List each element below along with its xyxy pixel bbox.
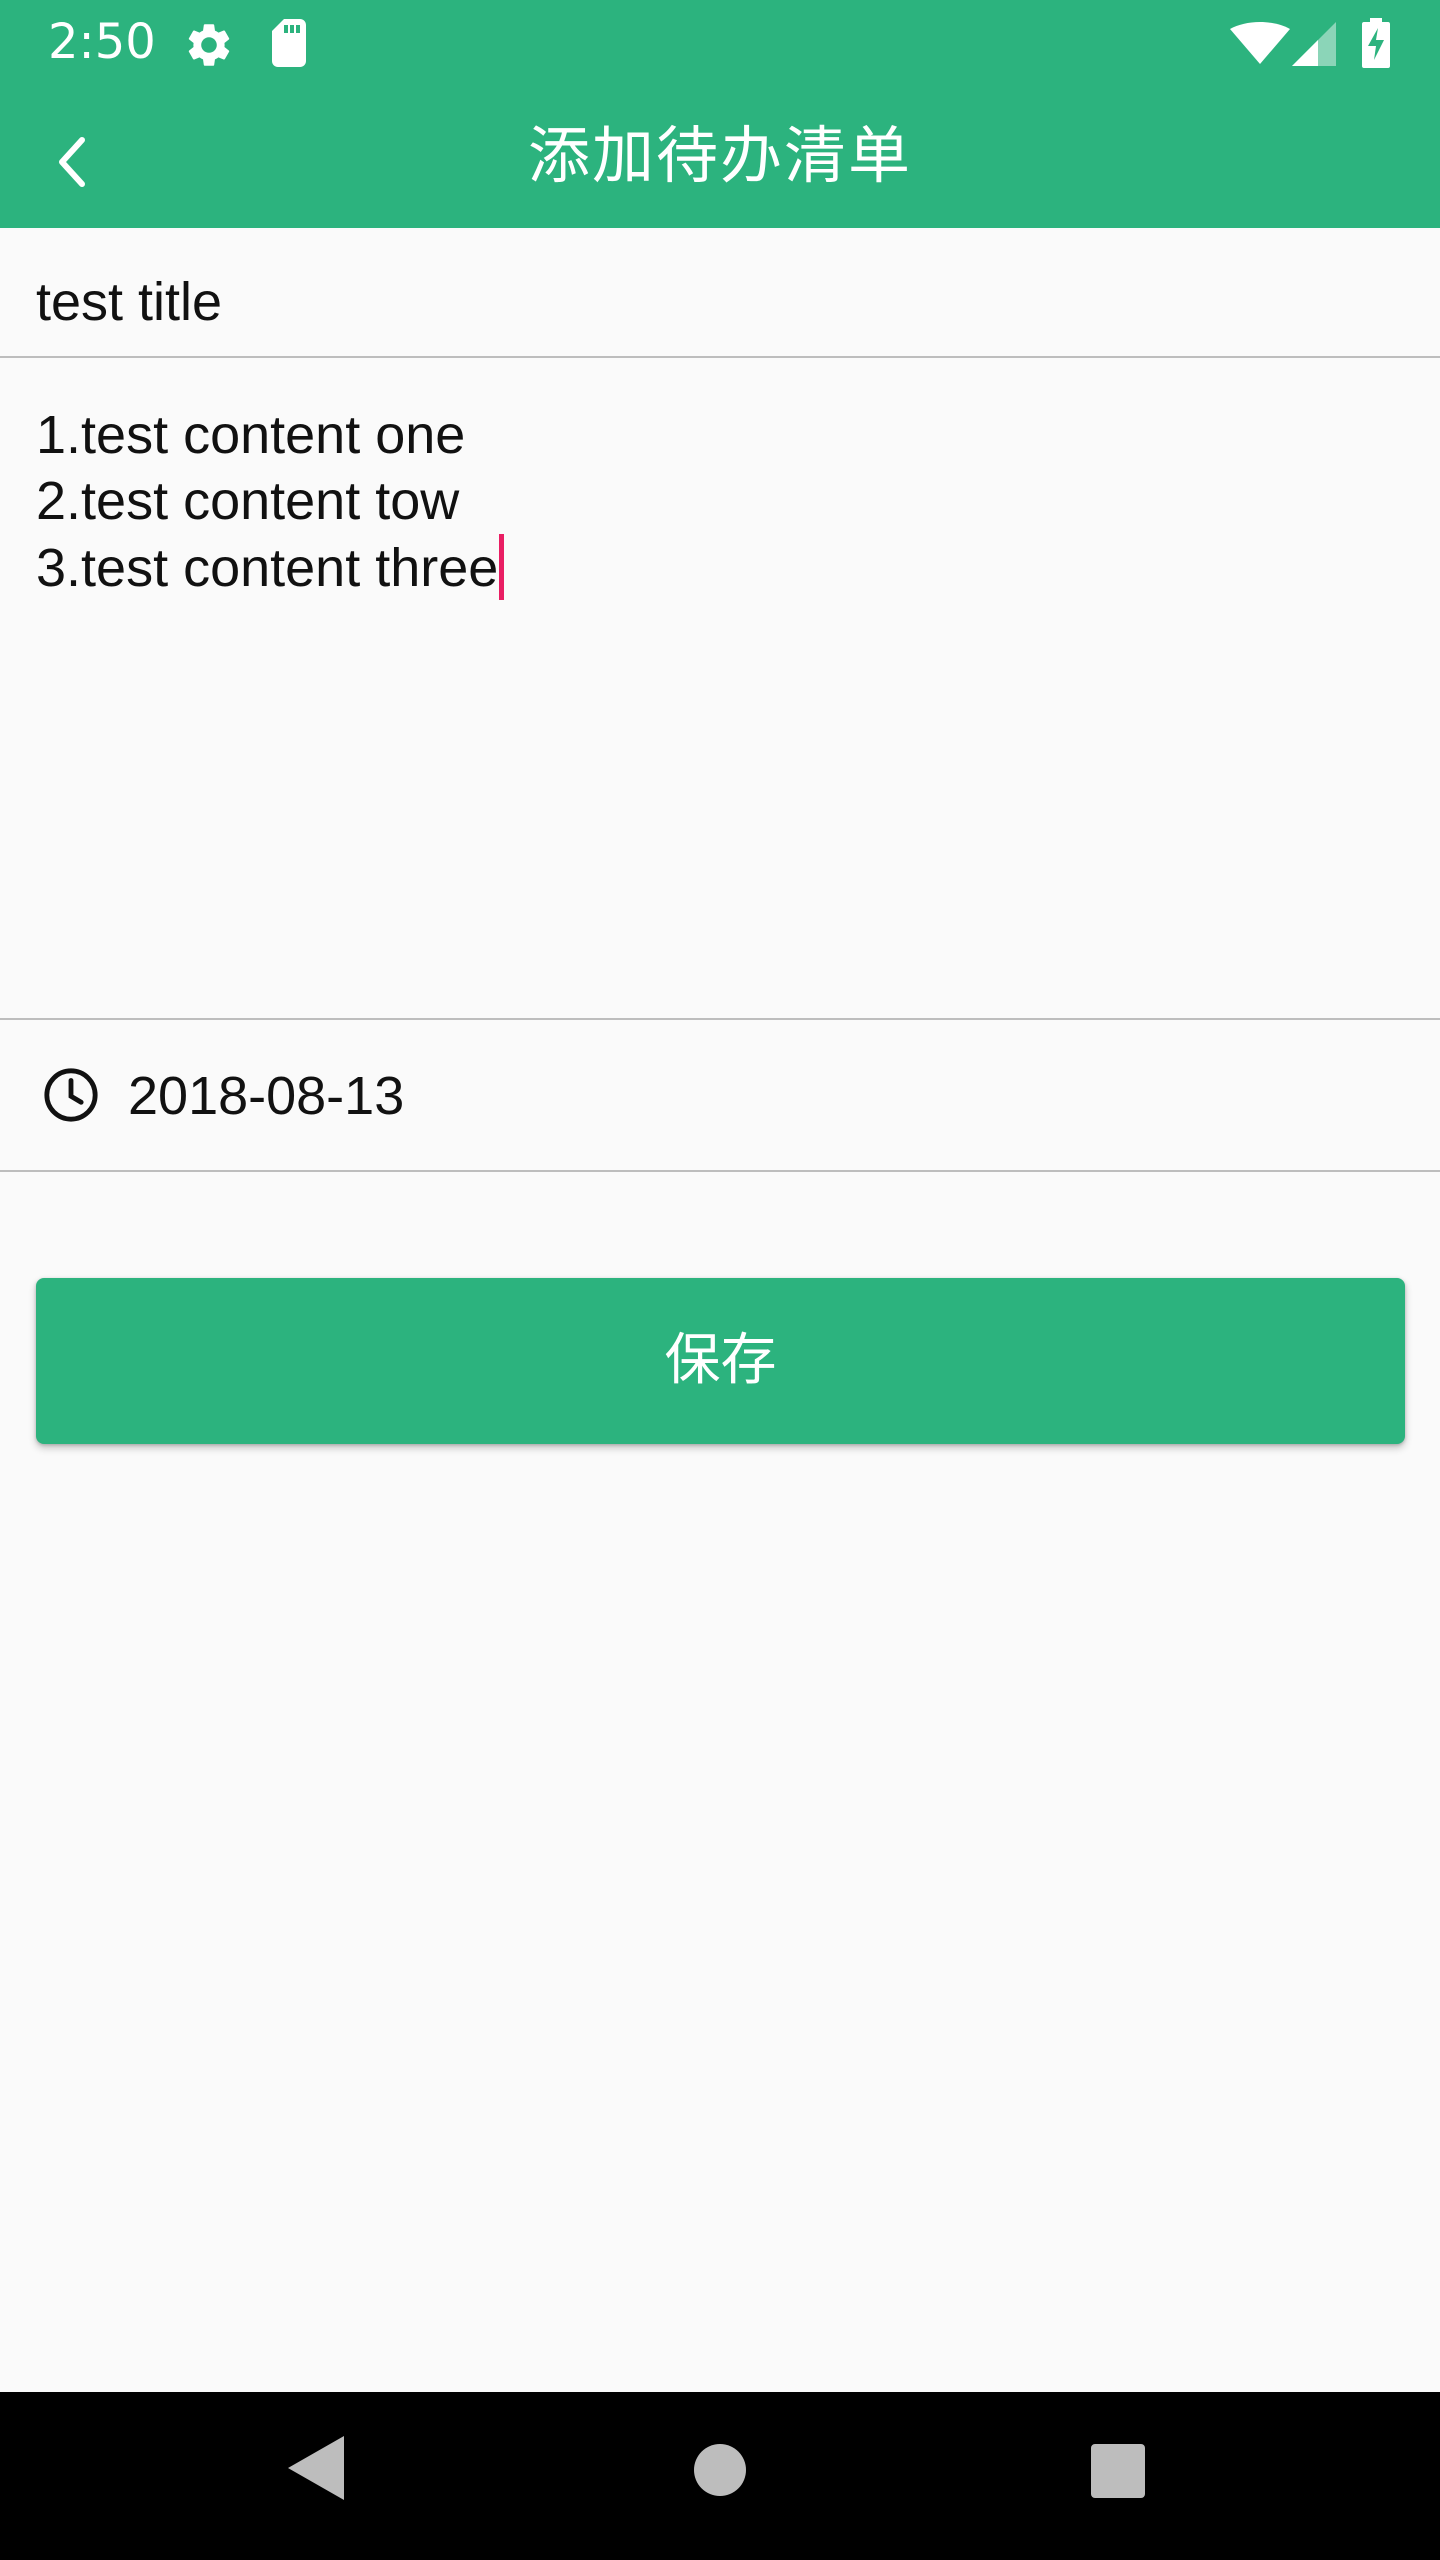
navigation-bar xyxy=(0,2392,1440,2560)
content-line: 1.test content one xyxy=(36,405,466,465)
title-input[interactable]: test title xyxy=(0,228,1440,358)
recents-square-icon[interactable] xyxy=(1091,2444,1145,2498)
status-bar: 2:50 xyxy=(0,0,1440,84)
title-input-value: test title xyxy=(36,272,223,332)
battery-charging-icon xyxy=(1362,18,1390,68)
page-title: 添加待办清单 xyxy=(527,119,912,192)
date-value: 2018-08-13 xyxy=(128,1066,405,1126)
save-button[interactable]: 保存 xyxy=(36,1278,1405,1444)
app-bar: 添加待办清单 xyxy=(0,84,1440,228)
status-time: 2:50 xyxy=(48,14,156,70)
clock-icon xyxy=(44,1068,98,1122)
content-line: 2.test content tow xyxy=(36,471,460,531)
date-picker-row[interactable]: 2018-08-13 xyxy=(0,1020,1440,1172)
text-caret xyxy=(499,534,505,600)
back-triangle-icon[interactable] xyxy=(288,2436,344,2500)
home-circle-icon[interactable] xyxy=(694,2444,746,2496)
wifi-icon xyxy=(1230,22,1290,64)
content-line-text: 3.test content three xyxy=(36,538,499,598)
content-line-last: 3.test content three xyxy=(36,534,505,601)
sd-card-icon xyxy=(272,19,306,67)
signal-icon xyxy=(1292,22,1336,66)
gear-icon xyxy=(188,24,230,66)
content-textarea[interactable]: 1.test content one 2.test content tow 3.… xyxy=(0,358,1440,1020)
